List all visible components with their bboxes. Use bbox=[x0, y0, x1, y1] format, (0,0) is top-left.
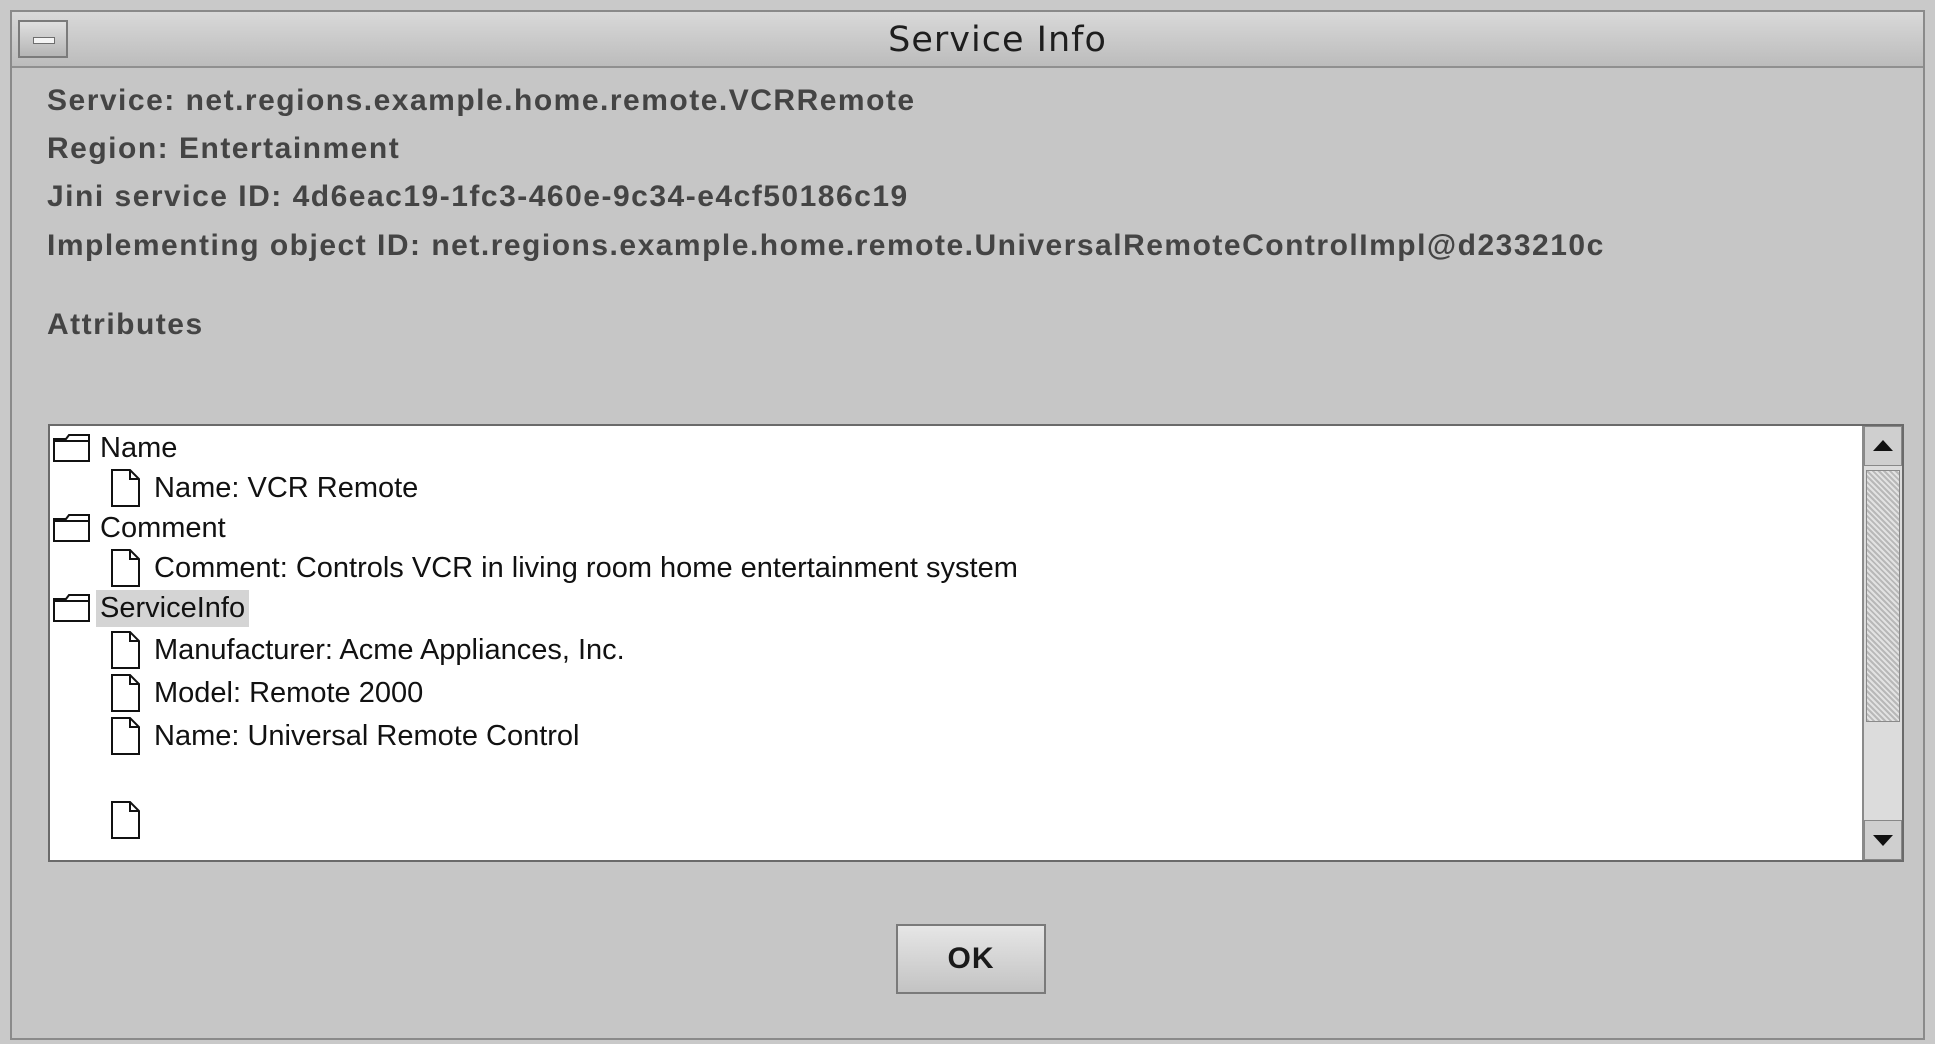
tree-node-label: Comment: Controls VCR in living room hom… bbox=[154, 551, 1018, 584]
tree-node-label: Name: Universal Remote Control bbox=[154, 719, 580, 752]
scroll-up-arrow-icon[interactable] bbox=[1864, 426, 1902, 466]
title-bar[interactable]: Service Info bbox=[12, 12, 1923, 68]
service-name-label: Service: net.regions.example.home.remote… bbox=[47, 84, 916, 117]
tree-node-label: Manufacturer: Acme Appliances, Inc. bbox=[154, 633, 625, 666]
tree-leaf-node[interactable]: Comment: Controls VCR in living room hom… bbox=[106, 548, 1022, 588]
tree-leaf-node[interactable]: Manufacturer: Acme Appliances, Inc. bbox=[106, 630, 629, 670]
tree-node-label: Name: VCR Remote bbox=[154, 471, 419, 504]
window-menu-icon[interactable] bbox=[18, 20, 68, 58]
tree-folder-node[interactable]: Name bbox=[52, 428, 181, 468]
tree-leaf-node[interactable]: Name: Universal Remote Control bbox=[106, 716, 583, 756]
ok-button[interactable]: OK bbox=[896, 924, 1046, 994]
document-icon bbox=[106, 629, 144, 671]
folder-icon bbox=[52, 593, 92, 623]
tree-node-label: ServiceInfo bbox=[96, 589, 250, 627]
service-info-dialog: Service Info Service: net.regions.exampl… bbox=[10, 10, 1925, 1040]
folder-icon bbox=[52, 433, 92, 463]
document-icon bbox=[106, 799, 144, 841]
attributes-heading: Attributes bbox=[47, 308, 204, 341]
tree-leaf-node-partial[interactable] bbox=[106, 800, 150, 840]
window-title: Service Info bbox=[888, 20, 1107, 60]
folder-icon bbox=[52, 513, 92, 543]
scroll-down-arrow-icon[interactable] bbox=[1864, 820, 1902, 860]
tree-node-label: Comment bbox=[100, 511, 226, 544]
region-label: Region: Entertainment bbox=[47, 132, 401, 165]
vertical-scrollbar[interactable] bbox=[1862, 426, 1902, 860]
attributes-tree[interactable]: Name Name: VCR Remote Comment Comment: Cont… bbox=[48, 424, 1904, 862]
tree-leaf-node[interactable]: Model: Remote 2000 bbox=[106, 673, 427, 713]
document-icon bbox=[106, 467, 144, 509]
scroll-thumb[interactable] bbox=[1866, 470, 1900, 722]
tree-leaf-node[interactable]: Name: VCR Remote bbox=[106, 468, 422, 508]
document-icon bbox=[106, 715, 144, 757]
jini-service-id-label: Jini service ID: 4d6eac19-1fc3-460e-9c34… bbox=[47, 180, 909, 213]
tree-folder-node[interactable]: ServiceInfo bbox=[52, 588, 250, 628]
implementing-object-id-label: Implementing object ID: net.regions.exam… bbox=[47, 229, 1605, 262]
tree-folder-node[interactable]: Comment bbox=[52, 508, 230, 548]
document-icon bbox=[106, 547, 144, 589]
tree-node-label: Name bbox=[100, 431, 178, 464]
document-icon bbox=[106, 672, 144, 714]
tree-node-label: Model: Remote 2000 bbox=[154, 676, 424, 709]
